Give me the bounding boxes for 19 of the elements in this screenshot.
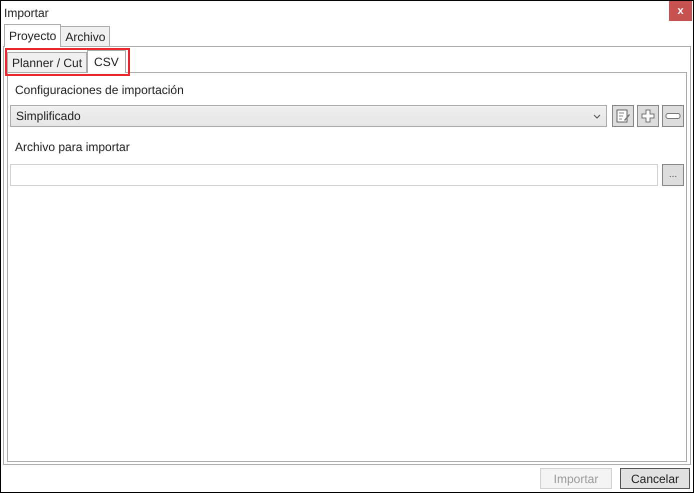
field-label: Configuraciones de importación <box>14 82 185 99</box>
remove-button[interactable] <box>662 105 684 127</box>
tab[interactable]: Planner / Cut <box>7 52 88 72</box>
tab[interactable]: Proyecto <box>4 24 62 47</box>
field-label: Archivo para importar <box>14 139 131 156</box>
close-button[interactable]: x <box>669 1 692 21</box>
tab[interactable]: CSV <box>87 50 126 73</box>
add-button[interactable] <box>637 105 659 127</box>
tab[interactable]: Archivo <box>61 26 110 46</box>
minus-icon <box>665 112 681 120</box>
dialog-button[interactable]: Cancelar <box>620 468 690 489</box>
chevron-down-icon <box>593 114 601 118</box>
file-path-field[interactable] <box>10 164 658 186</box>
dropdown[interactable]: Simplificado <box>10 105 607 127</box>
edit-document-icon <box>615 108 631 124</box>
window-title: Importar <box>3 5 49 22</box>
edit-button[interactable] <box>612 105 634 127</box>
plus-icon <box>640 108 656 124</box>
browse-button[interactable]: ... <box>662 164 684 186</box>
